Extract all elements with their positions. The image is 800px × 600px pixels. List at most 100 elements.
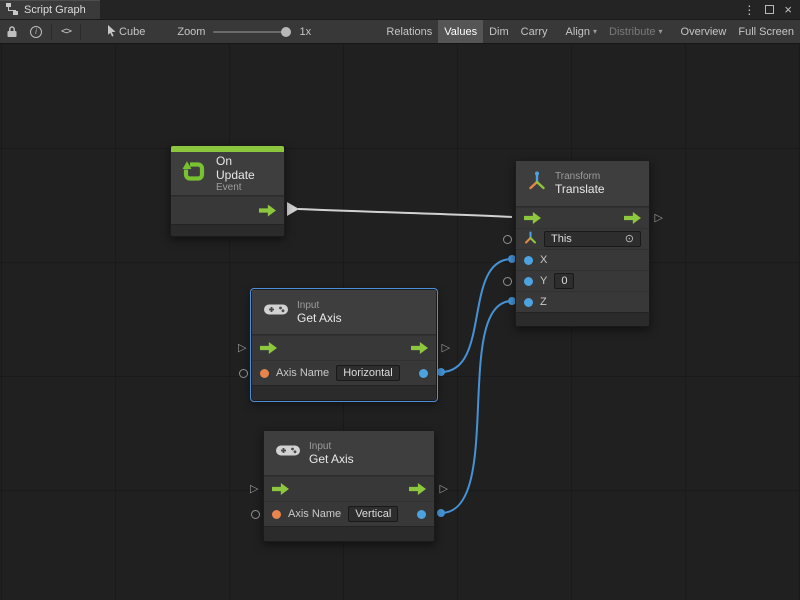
update-loop-icon [181, 158, 207, 189]
flow-port-row [171, 196, 284, 224]
flow-out-triangle[interactable]: ▷ [442, 343, 450, 354]
node-header: Input Get Axis [252, 290, 436, 335]
graph-toolbar: i <> Cube Zoom 1x Relations Values Dim C… [0, 20, 800, 44]
close-icon[interactable]: × [784, 3, 792, 16]
node-title: Get Axis [309, 452, 354, 466]
flow-out-triangle[interactable]: ▷ [440, 484, 448, 495]
info-icon[interactable]: i [24, 20, 48, 43]
flow-output-port[interactable] [411, 342, 428, 354]
axis-name-field[interactable]: Vertical [348, 506, 398, 522]
graph-icon [6, 3, 18, 18]
values-toggle[interactable]: Values [438, 20, 483, 43]
flow-output-port[interactable] [624, 212, 641, 224]
axis-name-field[interactable]: Horizontal [336, 365, 400, 381]
node-header: Transform Translate [516, 161, 649, 207]
toolbar-separator [80, 24, 81, 40]
y-port-label: Y [540, 275, 547, 287]
chevron-down-icon: ▾ [593, 27, 597, 36]
flow-input-port[interactable] [260, 342, 277, 354]
code-preview-icon[interactable]: <> [55, 20, 77, 43]
align-dropdown[interactable]: Align▾ [560, 20, 603, 43]
transform-mini-icon [524, 231, 537, 247]
axis-name-input-port[interactable] [272, 510, 281, 519]
chevron-down-icon: ▾ [659, 27, 663, 36]
flow-port-row: ▷ ▷ [252, 335, 436, 360]
maximize-icon[interactable] [765, 5, 774, 14]
y-port-row: Y 0 [516, 270, 649, 291]
node-title: Translate [555, 182, 605, 196]
node-footer [252, 385, 436, 400]
this-port-row: This ⊙ [516, 228, 649, 249]
titlebar: Script Graph ⋮ × [0, 0, 800, 20]
zoom-label: Zoom [177, 26, 205, 38]
lock-icon[interactable] [0, 20, 24, 43]
node-get-axis-horizontal[interactable]: Input Get Axis ▷ ▷ Axis Name Horizontal [251, 289, 437, 401]
flow-output-port[interactable] [259, 205, 276, 217]
tab-script-graph[interactable]: Script Graph [0, 0, 100, 19]
node-subtitle: Event [216, 182, 274, 193]
transform-icon [528, 171, 546, 196]
window-controls: ⋮ × [743, 0, 800, 19]
result-output-port[interactable] [419, 369, 428, 378]
node-category: Transform [555, 171, 605, 182]
z-input-port[interactable] [524, 298, 533, 307]
flow-in-triangle[interactable]: ▷ [238, 343, 246, 354]
distribute-dropdown[interactable]: Distribute▾ [603, 20, 668, 43]
toolbar-right-group: Relations Values Dim Carry Align▾ Distri… [380, 20, 800, 43]
flow-input-port[interactable] [272, 483, 289, 495]
axis-name-label: Axis Name [276, 367, 329, 379]
node-category: Input [297, 300, 342, 311]
gamepad-icon [264, 302, 288, 322]
flow-output-port[interactable] [409, 483, 426, 495]
zoom-slider-track[interactable] [213, 31, 291, 33]
x-port-row: X [516, 249, 649, 270]
this-port-ring[interactable] [503, 235, 512, 244]
flow-input-port[interactable] [524, 212, 541, 224]
value-port-ring[interactable] [251, 510, 260, 519]
axis-name-row: Axis Name Vertical [264, 501, 434, 526]
toolbar-left-group: i <> Cube Zoom 1x [0, 20, 311, 43]
toolbar-separator [51, 24, 52, 40]
node-footer [264, 526, 434, 541]
node-translate[interactable]: Transform Translate ▷ This ⊙ [515, 160, 650, 327]
axis-name-row: Axis Name Horizontal [252, 360, 436, 385]
this-object-field[interactable]: This ⊙ [544, 231, 641, 247]
relations-toggle[interactable]: Relations [380, 20, 438, 43]
node-footer [516, 312, 649, 326]
node-title: On Update [216, 154, 274, 182]
full-screen-button[interactable]: Full Screen [732, 20, 800, 43]
this-field-value: This [551, 233, 572, 245]
flow-in-triangle[interactable]: ▷ [250, 484, 258, 495]
object-picker-icon[interactable]: ⊙ [625, 234, 634, 245]
flow-out-triangle[interactable]: ▷ [655, 213, 663, 224]
target-object-button[interactable]: Cube [100, 20, 151, 43]
zoom-slider[interactable] [213, 25, 291, 39]
x-input-port[interactable] [524, 256, 533, 265]
y-input-port[interactable] [524, 277, 533, 286]
pick-cursor-icon [106, 24, 117, 40]
zoom-slider-handle[interactable] [281, 27, 291, 37]
value-port-ring[interactable] [239, 369, 248, 378]
flow-port-row: ▷ [516, 207, 649, 228]
node-header: Input Get Axis [264, 431, 434, 476]
kebab-menu-icon[interactable]: ⋮ [743, 3, 755, 17]
tab-title: Script Graph [24, 4, 86, 16]
result-output-port[interactable] [417, 510, 426, 519]
axis-name-input-port[interactable] [260, 369, 269, 378]
axis-name-label: Axis Name [288, 508, 341, 520]
gamepad-icon [276, 443, 300, 463]
dim-toggle[interactable]: Dim [483, 20, 515, 43]
node-on-update[interactable]: On Update Event [170, 145, 285, 237]
node-category: Input [309, 441, 354, 452]
node-title: Get Axis [297, 311, 342, 325]
overview-button[interactable]: Overview [675, 20, 733, 43]
node-footer [171, 224, 284, 236]
carry-toggle[interactable]: Carry [515, 20, 554, 43]
script-graph-window: Script Graph ⋮ × i <> Cube Zoom [0, 0, 800, 600]
y-port-ring[interactable] [503, 277, 512, 286]
node-header: On Update Event [171, 152, 284, 196]
y-value-field[interactable]: 0 [554, 273, 574, 289]
zoom-value: 1x [299, 26, 311, 38]
z-port-label: Z [540, 296, 547, 308]
node-get-axis-vertical[interactable]: Input Get Axis ▷ ▷ Axis Name Vertical [263, 430, 435, 542]
